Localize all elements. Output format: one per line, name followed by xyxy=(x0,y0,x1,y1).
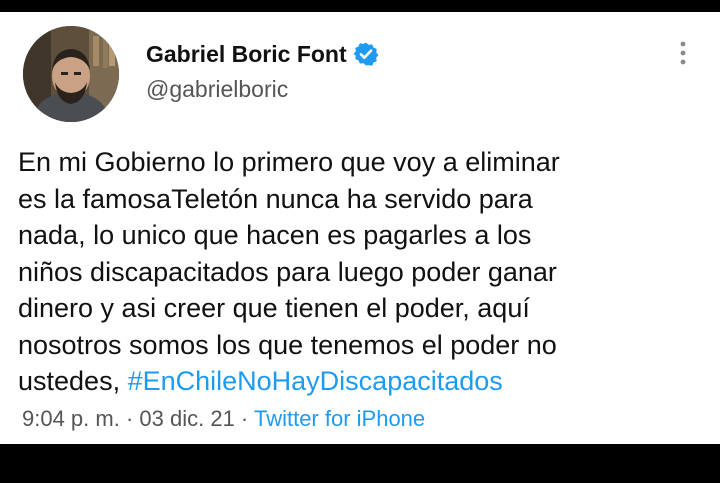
tweet-line: nosotros somos los que tenemos el poder … xyxy=(18,329,557,360)
author-display-name[interactable]: Gabriel Boric Font xyxy=(146,41,347,68)
more-options-button[interactable] xyxy=(668,38,698,68)
tweet-line-last: ustedes, #EnChileNoHayDiscapacitados xyxy=(18,363,698,400)
tweet-source-link[interactable]: Twitter for iPhone xyxy=(254,406,425,431)
tweet-time[interactable]: 9:04 p. m. xyxy=(22,406,120,431)
tweet-line: dinero y asi creer que tienen el poder, … xyxy=(18,293,530,323)
tweet-line-text: ustedes, xyxy=(18,366,128,396)
avatar[interactable] xyxy=(23,26,119,122)
hashtag-link[interactable]: #EnChileNoHayDiscapacitados xyxy=(128,366,503,396)
tweet-line: En mi Gobierno lo primero que voy a elim… xyxy=(18,147,560,177)
meta-separator: · xyxy=(234,406,254,431)
verified-badge-icon xyxy=(353,42,379,66)
avatar-image xyxy=(23,26,119,122)
tweet-text: En mi Gobierno lo primero que voy a elim… xyxy=(18,144,698,400)
more-options-icon xyxy=(680,41,686,65)
tweet-line: nada, lo unico que hacen es pagarles a l… xyxy=(18,220,532,250)
tweet-line: niños discapacitados para luego poder ga… xyxy=(18,256,557,287)
tweet-date[interactable]: 03 dic. 21 xyxy=(139,406,234,431)
tweet-line: es la famosaTeletón nunca ha servido par… xyxy=(18,183,533,214)
author-handle[interactable]: @gabrielboric xyxy=(146,76,288,103)
tweet-metadata: 9:04 p. m. · 03 dic. 21 · Twitter for iP… xyxy=(22,406,425,432)
screenshot-frame: Gabriel Boric Font @gabrielboric En mi G… xyxy=(0,0,720,483)
meta-separator: · xyxy=(119,406,140,431)
tweet-card[interactable]: Gabriel Boric Font @gabrielboric En mi G… xyxy=(0,12,720,444)
author-name-row: Gabriel Boric Font xyxy=(146,38,379,70)
